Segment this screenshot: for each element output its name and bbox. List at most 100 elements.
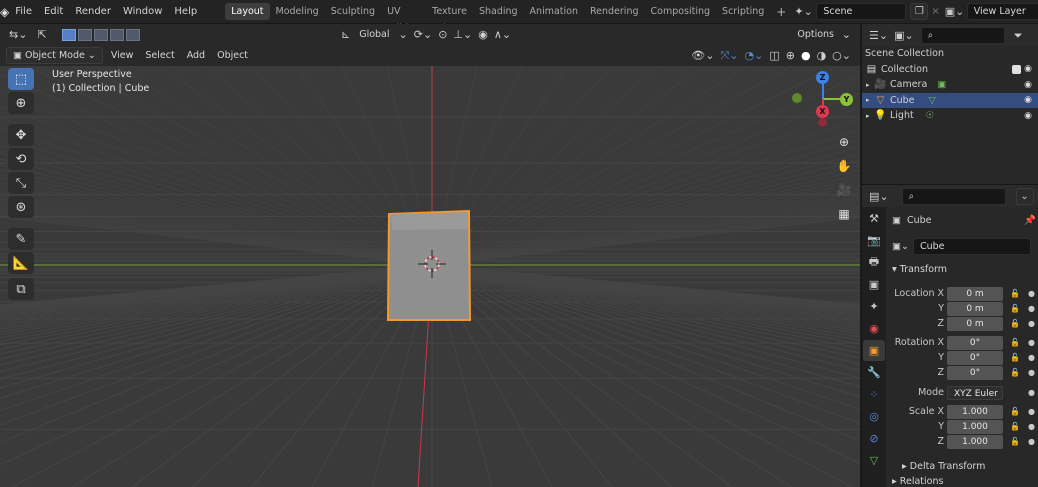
new-scene-icon[interactable]: ❐ <box>910 3 929 20</box>
tool-settings-icon[interactable]: ⇆⌄ <box>6 26 30 43</box>
world-tab-icon[interactable]: ◉ <box>863 318 885 339</box>
menu-window[interactable]: Window <box>117 0 168 24</box>
outliner-item-cube[interactable]: ▸ ▽ Cube ▽ ◉ <box>862 92 1038 108</box>
measure-tool-icon[interactable]: 📐 <box>8 252 34 274</box>
select-extend-icon[interactable] <box>77 28 92 41</box>
scale-y-field[interactable]: 1.000 <box>947 419 1003 434</box>
object-name-label[interactable]: Cube <box>907 215 932 226</box>
tab-compositing[interactable]: Compositing <box>645 3 717 20</box>
modifier-tab-icon[interactable]: 🔧 <box>863 362 885 383</box>
expand-arrow-icon[interactable]: ▸ <box>866 96 874 104</box>
scene-icon[interactable]: ✦⌄ <box>794 5 816 18</box>
gizmo-x-axis[interactable]: X <box>816 105 829 118</box>
data-tab-icon[interactable]: ▽ <box>863 450 885 471</box>
material-shading-icon[interactable]: ◑ <box>814 47 830 64</box>
tab-rendering[interactable]: Rendering <box>584 3 645 20</box>
keyframe-dot-icon[interactable]: ● <box>1028 407 1035 416</box>
menu-edit[interactable]: Edit <box>38 0 69 24</box>
camera-view-icon[interactable]: 🎥 <box>834 180 854 200</box>
filter-icon[interactable]: ⏷ <box>1011 27 1026 44</box>
lock-icon[interactable]: 🔓 <box>1010 338 1020 347</box>
outliner-item-collection[interactable]: ▤ Collection ◉ <box>862 62 1038 78</box>
object-browse-icon[interactable]: ▣⌄ <box>892 241 909 252</box>
view-layer-field[interactable]: View Layer <box>966 3 1038 20</box>
tool-tab-icon[interactable]: ⚒ <box>863 208 885 229</box>
keyframe-dot-icon[interactable]: ● <box>1028 388 1035 397</box>
editor-type-icon[interactable]: ▤⌄ <box>866 188 892 205</box>
lock-icon[interactable]: 🔓 <box>1010 437 1020 446</box>
options-chevron-icon[interactable]: ⌄ <box>839 26 854 43</box>
add-cube-tool-icon[interactable]: ⧉ <box>8 278 34 300</box>
tab-scripting[interactable]: Scripting <box>716 3 770 20</box>
keyframe-dot-icon[interactable]: ● <box>1028 319 1035 328</box>
rotation-x-field[interactable]: 0° <box>947 335 1003 350</box>
move-tool-icon[interactable]: ✥ <box>8 124 34 146</box>
object-name-field[interactable]: Cube <box>912 238 1031 255</box>
expand-arrow-icon[interactable]: ▸ <box>866 112 874 120</box>
keyframe-dot-icon[interactable]: ● <box>1028 368 1035 377</box>
menu-view[interactable]: View <box>105 47 140 64</box>
visibility-eye-icon[interactable]: ◉ <box>1024 95 1032 105</box>
menu-file[interactable]: File <box>9 0 38 24</box>
options-dropdown[interactable]: Options <box>791 26 840 43</box>
location-z-field[interactable]: 0 m <box>947 316 1003 331</box>
select-intersect-icon[interactable] <box>125 28 140 41</box>
editor-type-icon[interactable]: ☰⌄ <box>866 27 891 44</box>
keyframe-dot-icon[interactable]: ● <box>1028 338 1035 347</box>
keyframe-dot-icon[interactable]: ● <box>1028 353 1035 362</box>
tab-sculpting[interactable]: Sculpting <box>325 3 381 20</box>
lock-icon[interactable]: 🔓 <box>1010 407 1020 416</box>
lock-icon[interactable]: 🔓 <box>1010 368 1020 377</box>
gizmo-z-axis[interactable]: Z <box>816 71 829 84</box>
perspective-toggle-icon[interactable]: ▦ <box>834 204 854 224</box>
keyframe-dot-icon[interactable]: ● <box>1028 304 1035 313</box>
tab-modeling[interactable]: Modeling <box>270 3 325 20</box>
delete-scene-icon[interactable]: × <box>928 6 942 17</box>
transform-section-header[interactable]: ▾ Transform <box>888 261 1038 278</box>
visibility-icon[interactable]: 👁⌄ <box>688 47 717 64</box>
rotation-y-field[interactable]: 0° <box>947 350 1003 365</box>
exclude-checkbox[interactable] <box>1012 64 1021 74</box>
visibility-eye-icon[interactable]: ◉ <box>1024 111 1032 121</box>
gizmo-y-axis[interactable]: Y <box>840 93 853 106</box>
orientation-chevron-icon[interactable]: ⌄ <box>396 26 411 43</box>
camera-data-icon[interactable]: ▣ <box>937 79 946 90</box>
lock-icon[interactable]: 🔓 <box>1010 422 1020 431</box>
expand-arrow-icon[interactable]: ▸ <box>866 81 874 89</box>
menu-add[interactable]: Add <box>181 47 211 64</box>
keyframe-dot-icon[interactable]: ● <box>1028 422 1035 431</box>
select-tool-icon[interactable]: ⇱ <box>34 26 49 43</box>
3d-viewport[interactable]: ⇆⌄ ⇱ ⊾ Global ⌄ ⟳⌄ ⊙ ⊥⌄ ◉ ∧⌄ Options ⌄ ▣… <box>0 24 860 487</box>
tab-layout[interactable]: Layout <box>225 3 270 20</box>
properties-search-input[interactable]: ⌕ <box>901 187 1006 205</box>
falloff-icon[interactable]: ∧⌄ <box>491 26 514 43</box>
constraints-tab-icon[interactable]: ⊘ <box>863 428 885 449</box>
scale-x-field[interactable]: 1.000 <box>947 404 1003 419</box>
select-new-icon[interactable] <box>61 28 76 41</box>
proportional-editing-icon[interactable]: ◉ <box>475 26 491 43</box>
object-tab-icon[interactable]: ▣ <box>863 340 885 361</box>
delta-transform-section[interactable]: ▸ Delta Transform <box>888 458 1038 475</box>
scale-z-field[interactable]: 1.000 <box>947 434 1003 449</box>
cursor-tool-icon[interactable]: ⊕ <box>8 92 34 114</box>
rendered-shading-icon[interactable]: ○⌄ <box>829 47 854 64</box>
solid-shading-icon[interactable]: ● <box>798 47 814 64</box>
relations-section-header[interactable]: ▸ Relations <box>888 476 1038 487</box>
tab-texture-paint[interactable]: Texture Paint <box>426 3 473 34</box>
menu-object[interactable]: Object <box>211 47 254 64</box>
scene-tab-icon[interactable]: ✦ <box>863 296 885 317</box>
particles-tab-icon[interactable]: ⁘ <box>863 384 885 405</box>
transform-tool-icon[interactable]: ⊛ <box>8 196 34 218</box>
lock-icon[interactable]: 🔓 <box>1010 353 1020 362</box>
mesh-data-icon[interactable]: ▽ <box>929 95 936 106</box>
visibility-eye-icon[interactable]: ◉ <box>1024 80 1032 90</box>
light-data-icon[interactable]: ☉ <box>926 110 935 121</box>
location-x-field[interactable]: 0 m <box>947 286 1003 301</box>
properties-options-icon[interactable]: ⌄ <box>1015 187 1034 205</box>
keyframe-dot-icon[interactable]: ● <box>1028 437 1035 446</box>
lock-icon[interactable]: 🔓 <box>1010 289 1020 298</box>
add-workspace-button[interactable]: + <box>770 5 792 19</box>
xray-icon[interactable]: ◫ <box>766 47 782 64</box>
wireframe-shading-icon[interactable]: ⊕ <box>783 47 798 64</box>
orientation-dropdown[interactable]: Global <box>353 26 395 43</box>
